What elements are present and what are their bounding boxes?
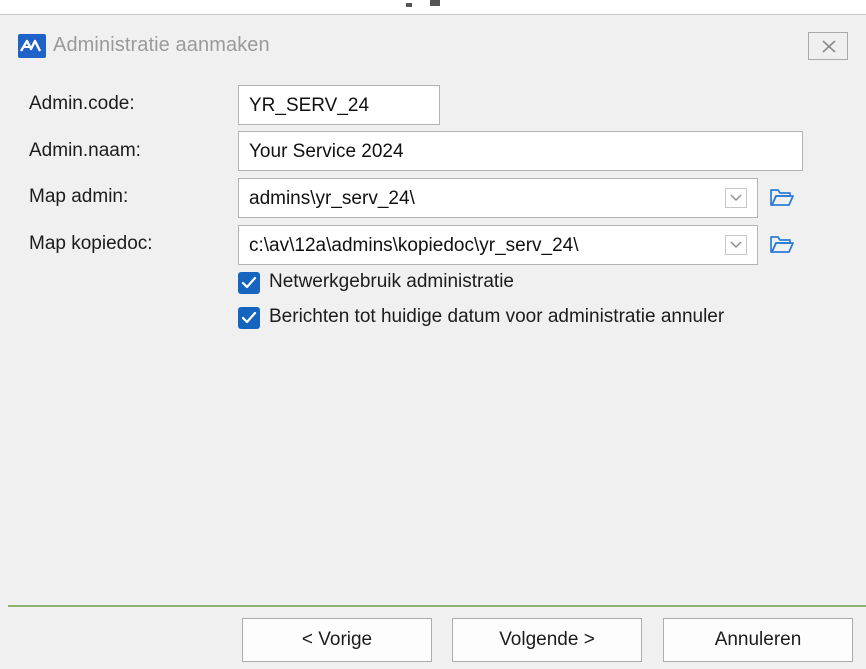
folder-icon[interactable] [769,186,795,208]
next-button[interactable]: Volgende > [452,618,642,662]
checkmark-icon [241,311,257,324]
admin-naam-input[interactable]: Your Service 2024 [238,131,803,171]
button-bar: < Vorige Volgende > Annuleren [0,607,866,669]
title-bar: Administratie aanmaken [0,15,866,75]
admin-code-input[interactable]: YR_SERV_24 [238,85,440,125]
admin-code-value: YR_SERV_24 [249,95,370,116]
messages-cancel-checkbox-row[interactable]: Berichten tot huidige datum voor adminis… [238,306,866,330]
messages-cancel-checkbox[interactable] [238,307,260,329]
map-admin-label: Map admin: [29,186,129,207]
close-button[interactable] [808,32,848,60]
cancel-button[interactable]: Annuleren [663,618,853,662]
chevron-down-icon [730,194,742,201]
close-icon [822,40,836,53]
network-usage-checkbox-row[interactable]: Netwerkgebruik administratie [238,271,838,295]
map-admin-value: admins\yr_serv_24\ [249,188,415,209]
map-admin-combobox[interactable]: admins\yr_serv_24\ [238,178,758,218]
dialog-window: Administratie aanmaken Admin.code: YR_SE… [0,14,866,669]
network-usage-checkbox[interactable] [238,272,260,294]
previous-button[interactable]: < Vorige [242,618,432,662]
admin-code-label: Admin.code: [29,93,135,114]
checkmark-icon [241,276,257,289]
form-area: Admin.code: YR_SERV_24 Admin.naam: Your … [0,75,866,605]
map-kopiedoc-combobox[interactable]: c:\av\12a\admins\kopiedoc\yr_serv_24\ [238,225,758,265]
top-edge-fragment [406,0,440,7]
app-logo-icon [18,34,46,58]
chevron-down-icon [730,241,742,248]
messages-cancel-label: Berichten tot huidige datum voor adminis… [269,306,725,327]
folder-icon[interactable] [769,233,795,255]
map-kopiedoc-label: Map kopiedoc: [29,233,153,254]
window-title: Administratie aanmaken [53,34,270,56]
admin-naam-value: Your Service 2024 [249,141,404,162]
network-usage-label: Netwerkgebruik administratie [269,271,514,292]
page: Administratie aanmaken Admin.code: YR_SE… [0,0,866,669]
map-admin-dropdown-button[interactable] [725,188,747,208]
admin-naam-label: Admin.naam: [29,140,141,161]
map-kopiedoc-value: c:\av\12a\admins\kopiedoc\yr_serv_24\ [249,235,579,256]
map-kopiedoc-dropdown-button[interactable] [725,235,747,255]
